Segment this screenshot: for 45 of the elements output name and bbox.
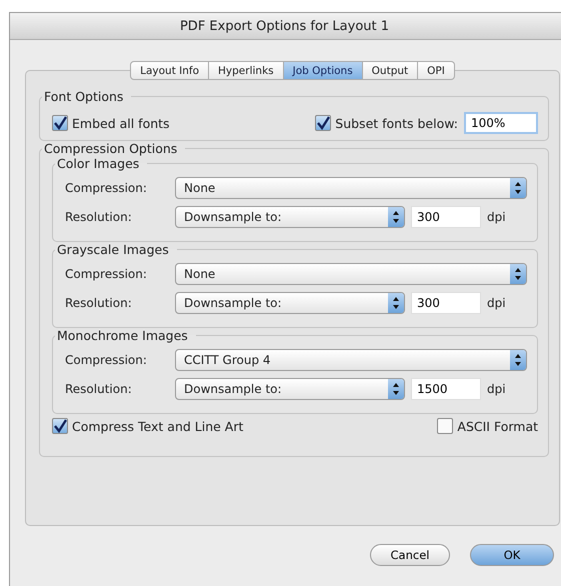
group-title: Compression Options: [43, 141, 178, 156]
field-label: Compression:: [65, 353, 148, 367]
group-title: Color Images: [56, 156, 140, 171]
checkbox[interactable]: Embed all fonts: [52, 115, 170, 131]
tab[interactable]: Output: [362, 61, 418, 80]
unit-label: dpi: [487, 296, 506, 310]
stepper-icon: [510, 178, 526, 198]
unit-label: dpi: [487, 382, 506, 396]
field-label: Resolution:: [65, 296, 133, 310]
field-label: Compression:: [65, 267, 148, 281]
cancel-button[interactable]: Cancel: [370, 544, 450, 566]
resolution-dropdown[interactable]: Downsample to:: [175, 206, 405, 228]
tab[interactable]: OPI: [418, 61, 455, 80]
group-title: Monochrome Images: [56, 328, 189, 343]
compression-dropdown[interactable]: CCITT Group 4: [175, 349, 527, 371]
checkbox[interactable]: ASCII Format: [437, 418, 538, 434]
stepper-icon: [388, 293, 404, 313]
checkbox[interactable]: Compress Text and Line Art: [52, 418, 244, 434]
percent-field[interactable]: 100%: [464, 112, 538, 134]
checkmark-icon: [53, 116, 67, 130]
dpi-field[interactable]: 1500: [411, 378, 481, 400]
compression-dropdown[interactable]: None: [175, 177, 527, 199]
field-label: Resolution:: [65, 210, 133, 224]
tab[interactable]: Hyperlinks: [209, 61, 284, 80]
checkbox[interactable]: Subset fonts below:: [315, 115, 458, 131]
stepper-icon: [510, 350, 526, 370]
resolution-dropdown[interactable]: Downsample to:: [175, 292, 405, 314]
stepper-icon: [388, 207, 404, 227]
tab[interactable]: Layout Info: [130, 61, 210, 80]
resolution-dropdown[interactable]: Downsample to:: [175, 378, 405, 400]
field-label: Compression:: [65, 181, 148, 195]
dpi-field[interactable]: 300: [411, 292, 481, 314]
checkmark-icon: [316, 116, 330, 130]
stepper-icon: [388, 379, 404, 399]
group-title: Grayscale Images: [56, 242, 170, 257]
field-label: Resolution:: [65, 382, 133, 396]
window-title: PDF Export Options for Layout 1: [180, 18, 390, 34]
checkmark-icon: [53, 419, 67, 433]
stepper-icon: [510, 264, 526, 284]
dpi-field[interactable]: 300: [411, 206, 481, 228]
compression-dropdown[interactable]: None: [175, 263, 527, 285]
group-title: Font Options: [43, 89, 124, 104]
ok-button[interactable]: OK: [470, 544, 554, 566]
tab[interactable]: Job Options: [284, 61, 363, 80]
unit-label: dpi: [487, 210, 506, 224]
